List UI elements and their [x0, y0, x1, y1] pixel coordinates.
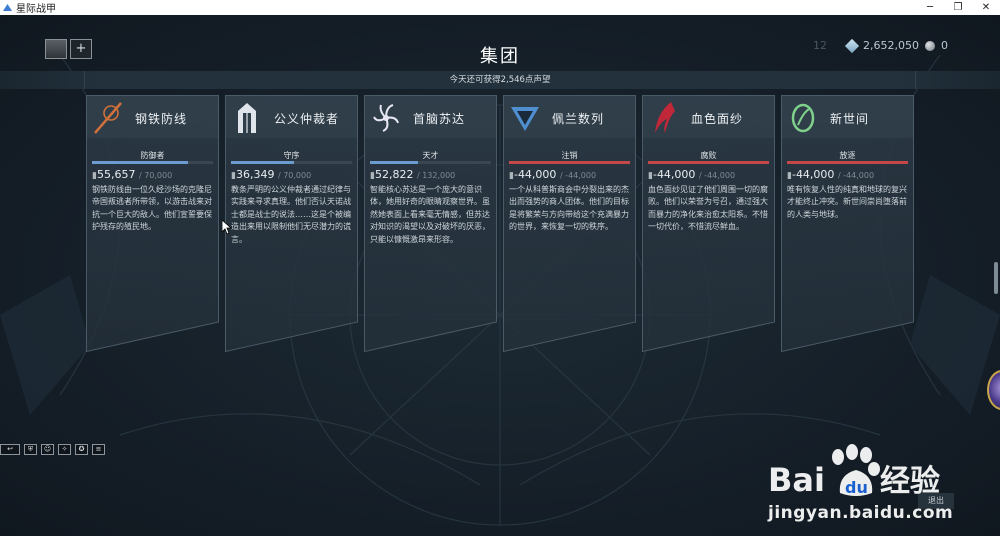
close-button[interactable]: ✕: [972, 0, 1000, 15]
standing-progress-fill: [370, 161, 418, 164]
standing-value: ▮55,657 / 70,000: [92, 168, 172, 181]
rank-title: 守序: [283, 151, 300, 160]
mask-icon[interactable]: ☺: [41, 444, 54, 455]
syndicate-name: 公义仲裁者: [274, 111, 340, 126]
new-loka-icon: [786, 99, 820, 137]
steel-meridian-icon: [91, 99, 125, 137]
syndicate-description: 血色面纱见证了他们周围一切的腐败。他们以荣誉为号召，通过强大而暴力的净化来治愈太…: [648, 185, 768, 232]
standing-progress-track: [787, 161, 908, 164]
rank-title: 天才: [422, 151, 439, 160]
standing-value: ▮-44,000 / -44,000: [787, 168, 874, 181]
syndicate-name: 钢铁防线: [135, 111, 188, 126]
standing-max: / 70,000: [277, 171, 312, 180]
perrin-sequence-icon: [508, 99, 542, 137]
watermark-url: jingyan.baidu.com: [768, 503, 954, 523]
standing-progress-track: [92, 161, 213, 164]
standing-max: / 132,000: [416, 171, 456, 180]
syndicate-card[interactable]: 首脑苏达 天才 ▮52,822 / 132,000 智能核心苏达是一个庞大的意识…: [364, 95, 497, 352]
rank-title: 放逐: [839, 151, 856, 160]
syndicate-card[interactable]: 血色面纱 腐败 ▮-44,000 / -44,000 血色面纱见证了他们周围一切…: [642, 95, 775, 352]
arbiters-of-hexis-icon: [230, 99, 264, 137]
window-title: 星际战甲: [16, 4, 56, 15]
standing-current: 44,000: [517, 168, 557, 181]
menu-icon[interactable]: ≡: [92, 444, 105, 455]
standing-progress-track: [231, 161, 352, 164]
standing-value: ▮36,349 / 70,000: [231, 168, 311, 181]
standing-value: ▮-44,000 / -44,000: [648, 168, 735, 181]
currency-display: 12 2,652,050 0: [813, 38, 948, 53]
faded-counter: 12: [813, 39, 828, 52]
maximize-button[interactable]: ❐: [944, 0, 972, 15]
syndicate-description: 智能核心苏达是一个庞大的意识体，她用好奇的眼睛观察世界。虽然她表面上看来毫无情感…: [370, 185, 490, 244]
syndicate-description: 一个从科普斯商会中分裂出来的杰出而强势的商人团体。他们的目标是将繁荣与方向带给这…: [509, 185, 629, 232]
standing-progress-fill: [231, 161, 294, 164]
standing-current: 44,000: [656, 168, 696, 181]
credits-icon: [925, 40, 935, 51]
card-header: 佩兰数列: [508, 98, 633, 138]
bulb-icon[interactable]: ✧: [58, 444, 71, 455]
syndicate-name: 血色面纱: [691, 111, 744, 126]
standing-value: ▮-44,000 / -44,000: [509, 168, 596, 181]
syndicate-card[interactable]: 公义仲裁者 守序 ▮36,349 / 70,000 教条严明的公义仲裁者通过纪律…: [225, 95, 358, 352]
daily-standing-bar: 今天还可获得2,546点声望: [0, 71, 1000, 89]
rank-title: 腐败: [700, 151, 717, 160]
syndicate-description: 钢铁防线由一位久经沙场的克隆尼帝国叛逃者所带领，以游击战来对抗一个巨大的敌人。他…: [92, 185, 212, 232]
app-icon: [3, 4, 12, 11]
svg-text:经验: 经验: [880, 464, 940, 499]
platinum-icon: [844, 38, 860, 53]
syndicate-name: 首脑苏达: [413, 111, 466, 126]
standing-max: / 70,000: [138, 171, 173, 180]
window-titlebar: 星际战甲 ─ ❐ ✕: [0, 0, 1000, 15]
standing-progress-fill: [787, 161, 908, 164]
standing-value: ▮52,822 / 132,000: [370, 168, 455, 181]
red-veil-icon: [647, 99, 681, 137]
syndicate-name: 新世间: [830, 111, 870, 126]
standing-progress-track: [648, 161, 769, 164]
standing-progress-fill: [92, 161, 188, 164]
standing-progress-track: [370, 161, 491, 164]
standing-max: / -44,000: [698, 171, 736, 180]
minimize-button[interactable]: ─: [916, 0, 944, 15]
standing-max: / -44,000: [559, 171, 597, 180]
daily-standing-text: 今天还可获得2,546点声望: [84, 71, 916, 89]
syndicate-name: 佩兰数列: [552, 111, 605, 126]
baidu-watermark-logo: Bai du 经验: [768, 444, 940, 499]
card-header: 公义仲裁者: [230, 98, 355, 138]
standing-current: 52,822: [374, 168, 414, 181]
scrollbar-thumb[interactable]: [994, 262, 998, 294]
standing-current: 55,657: [96, 168, 136, 181]
platinum-value: 2,652,050: [863, 39, 919, 52]
standing-max: / -44,000: [837, 171, 875, 180]
syndicate-card[interactable]: 新世间 放逐 ▮-44,000 / -44,000 唯有恢复人性的纯真和地球的复…: [781, 95, 914, 352]
syndicate-card[interactable]: 佩兰数列 注销 ▮-44,000 / -44,000 一个从科普斯商会中分裂出来…: [503, 95, 636, 352]
rank-title: 防御者: [140, 151, 165, 160]
syndicate-description: 教条严明的公义仲裁者通过纪律与实践来寻求真理。他们否认天诺战士都是战士的说法………: [231, 185, 351, 244]
rank-title: 注销: [561, 151, 578, 160]
cephalon-suda-icon: [369, 99, 403, 137]
card-header: 首脑苏达: [369, 98, 494, 138]
card-header: 新世间: [786, 98, 911, 138]
standing-progress-fill: [509, 161, 630, 164]
bottom-toolbar: ↩ ⛨ ☺ ✧ ✪ ≡: [0, 444, 105, 455]
mouse-cursor-icon: [222, 220, 232, 234]
return-button[interactable]: ↩: [0, 444, 20, 455]
syndicate-card[interactable]: 钢铁防线 防御者 ▮55,657 / 70,000 钢铁防线由一位久经沙场的克隆…: [86, 95, 219, 352]
game-viewport: + 集团 12 2,652,050 0 今天还可获得2,546点声望 钢铁防线 …: [0, 15, 1000, 536]
credits-value: 0: [941, 39, 948, 52]
emblem-icon[interactable]: ✪: [75, 444, 88, 455]
standing-progress-fill: [648, 161, 769, 164]
svg-text:Bai: Bai: [768, 461, 825, 499]
standing-current: 36,349: [235, 168, 275, 181]
standing-progress-track: [509, 161, 630, 164]
card-header: 钢铁防线: [91, 98, 216, 138]
svg-text:du: du: [845, 478, 868, 497]
standing-current: 44,000: [795, 168, 835, 181]
shield-icon[interactable]: ⛨: [24, 444, 37, 455]
card-header: 血色面纱: [647, 98, 772, 138]
syndicate-description: 唯有恢复人性的纯真和地球的复兴才能终止冲突。新世间崇尚堕落前的人类与地球。: [787, 185, 907, 219]
